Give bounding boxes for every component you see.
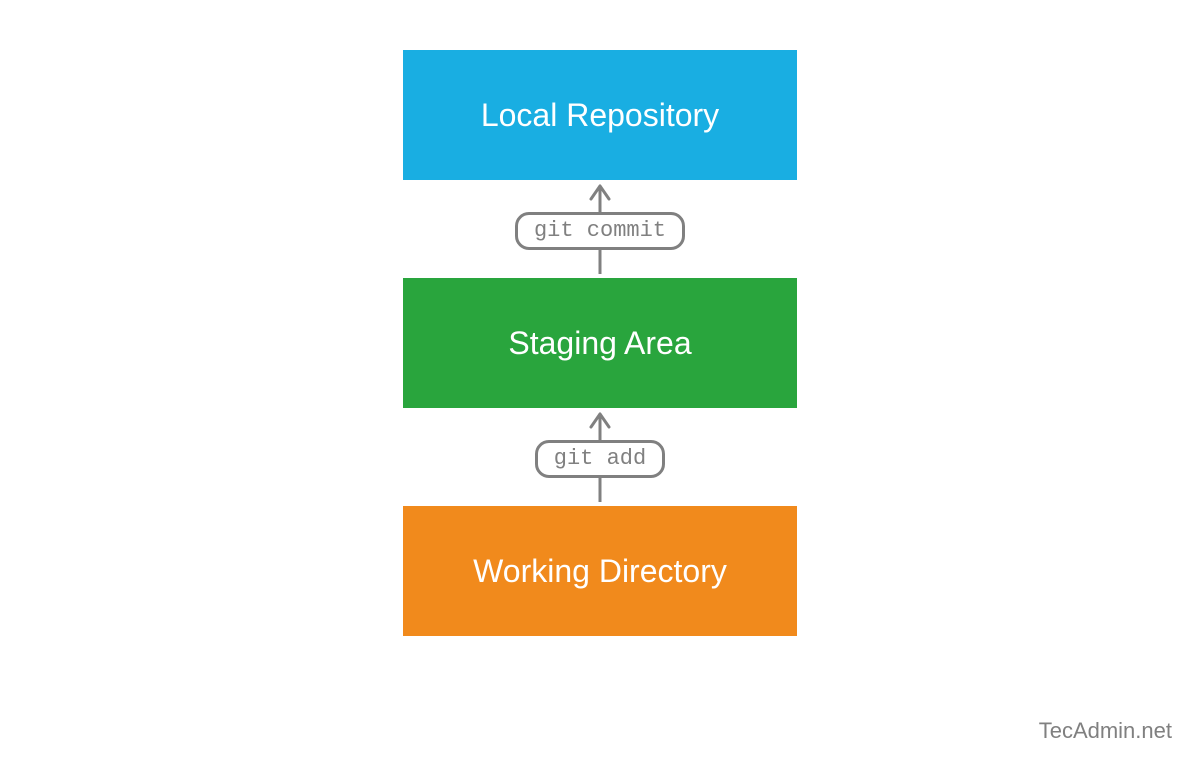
command-pill-add: git add: [535, 440, 665, 478]
git-flow-diagram: Local Repository git commit Staging Area…: [403, 50, 797, 636]
box-label: Staging Area: [508, 325, 691, 362]
box-staging-area: Staging Area: [403, 278, 797, 408]
attribution-text: TecAdmin.net: [1039, 718, 1172, 744]
connector-commit: git commit: [515, 184, 685, 274]
arrow-up-icon: [588, 184, 612, 212]
command-text: git commit: [534, 218, 666, 243]
connector-add: git add: [535, 412, 665, 502]
arrow-stem-icon: [588, 250, 612, 274]
arrow-up-icon: [588, 412, 612, 440]
box-working-directory: Working Directory: [403, 506, 797, 636]
box-label: Working Directory: [473, 553, 727, 590]
command-text: git add: [554, 446, 646, 471]
command-pill-commit: git commit: [515, 212, 685, 250]
box-label: Local Repository: [481, 97, 719, 134]
arrow-stem-icon: [588, 478, 612, 502]
box-local-repository: Local Repository: [403, 50, 797, 180]
